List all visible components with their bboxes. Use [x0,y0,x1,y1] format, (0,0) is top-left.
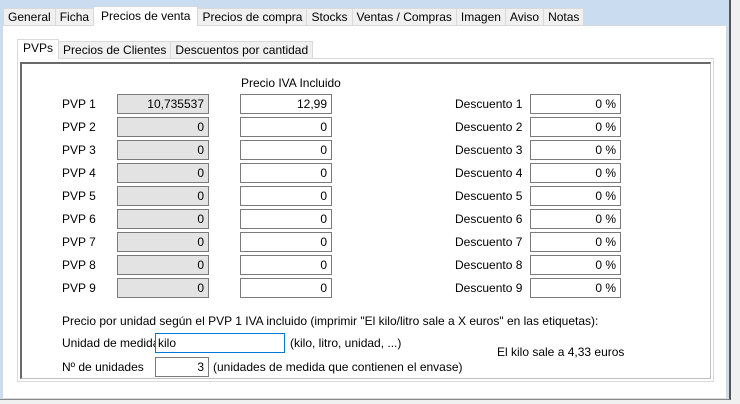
discount-input[interactable]: 0 % [530,255,621,275]
pvp-label: PVP 7 [62,235,96,249]
discount-input[interactable]: 0 % [530,163,621,183]
window: General Ficha Precios de venta Precios de c… [0,0,731,400]
unit-label: Unidad de medida [62,336,160,350]
column-header: Precio IVA Incluido [241,76,341,90]
inner-tab-pvps[interactable]: PVPs [17,39,60,59]
inner-tabs: PVPs Precios de Clientes Descuentos por ca… [17,39,314,59]
pvp-iva-price-input[interactable]: 0 [240,232,332,252]
pvp-iva-price-input[interactable]: 12,99 [240,94,332,114]
pvp-label: PVP 4 [62,166,96,180]
discount-label: Descuento 9 [455,281,523,295]
count-label: Nº de unidades [62,360,144,374]
count-input[interactable]: 3 [155,357,209,377]
pvp-iva-price-input[interactable]: 0 [240,278,332,298]
discount-input[interactable]: 0 % [530,140,621,160]
pvp-iva-price-input[interactable]: 0 [240,163,332,183]
inner-tab-precios-de-clientes[interactable]: Precios de Clientes [59,41,172,59]
discount-label: Descuento 7 [455,235,523,249]
pvp-base-price: 0 [117,278,209,298]
unit-section-title: Precio por unidad según el PVP 1 IVA inc… [62,314,599,328]
pvp-iva-price-input[interactable]: 0 [240,140,332,160]
pvp-label: PVP 2 [62,120,96,134]
inner-tab-descuentos-por-cantidad[interactable]: Descuentos por cantidad [171,41,314,59]
unit-hint: (kilo, litro, unidad, ...) [290,336,402,350]
tab-ventas-compras[interactable]: Ventas / Compras [352,8,457,26]
main-tabs: General Ficha Precios de venta Precios de c… [3,6,585,26]
tab-precios-de-compra[interactable]: Precios de compra [198,8,308,26]
pvp-iva-price-input[interactable]: 0 [240,209,332,229]
discount-input[interactable]: 0 % [530,278,621,298]
discount-input[interactable]: 0 % [530,117,621,137]
pvp-base-price: 0 [117,140,209,160]
pvp-base-price: 0 [117,209,209,229]
discount-label: Descuento 6 [455,212,523,226]
discount-label: Descuento 5 [455,189,523,203]
pvp-iva-price-input[interactable]: 0 [240,117,332,137]
discount-label: Descuento 3 [455,143,523,157]
pvp-base-price: 10,735537 [117,94,209,114]
tab-precios-de-venta[interactable]: Precios de venta [94,6,199,26]
pvp-iva-price-input[interactable]: 0 [240,255,332,275]
tab-aviso[interactable]: Aviso [505,8,545,26]
discount-label: Descuento 2 [455,120,523,134]
tab-imagen[interactable]: Imagen [456,8,506,26]
pvp-label: PVP 6 [62,212,96,226]
pvp-iva-price-input[interactable]: 0 [240,186,332,206]
count-hint: (unidades de medida que contienen el env… [213,360,463,374]
discount-label: Descuento 8 [455,258,523,272]
tab-general[interactable]: General [3,8,56,26]
discount-label: Descuento 4 [455,166,523,180]
discount-input[interactable]: 0 % [530,94,621,114]
tab-ficha[interactable]: Ficha [55,8,95,26]
unit-price-result: El kilo sale a 4,33 euros [497,345,625,359]
pvp-base-price: 0 [117,117,209,137]
pvp-label: PVP 8 [62,258,96,272]
pvp-label: PVP 3 [62,143,96,157]
pvp-label: PVP 5 [62,189,96,203]
discount-input[interactable]: 0 % [530,232,621,252]
unit-input[interactable]: kilo [155,333,285,353]
pvp-base-price: 0 [117,186,209,206]
tab-stocks[interactable]: Stocks [307,8,353,26]
discount-label: Descuento 1 [455,97,523,111]
pvp-base-price: 0 [117,163,209,183]
pvp-label: PVP 1 [62,97,96,111]
discount-input[interactable]: 0 % [530,186,621,206]
discount-input[interactable]: 0 % [530,209,621,229]
pvp-label: PVP 9 [62,281,96,295]
pvp-base-price: 0 [117,232,209,252]
pvp-base-price: 0 [117,255,209,275]
tab-notas[interactable]: Notas [544,8,585,26]
